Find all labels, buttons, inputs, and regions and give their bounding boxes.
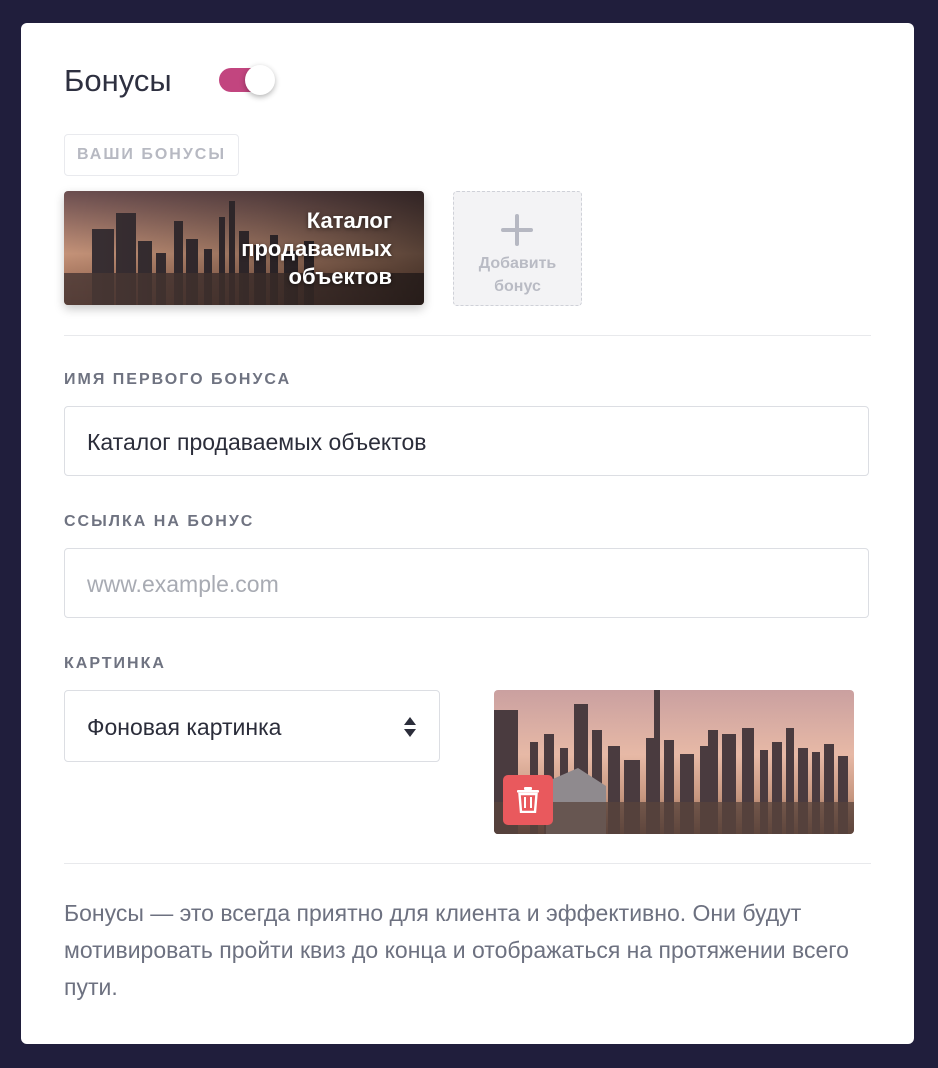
bonus-link-label: ССЫЛКА НА БОНУС: [64, 513, 255, 530]
bonus-name-input[interactable]: Каталог продаваемых объектов: [64, 406, 869, 476]
image-type-value: Фоновая картинка: [87, 714, 282, 740]
bonus-settings-panel: Бонусы ВАШИ БОНУСЫ Каталог продаваемых о…: [21, 23, 914, 1044]
add-bonus-label-line1: Добавить: [478, 255, 557, 272]
toggle-knob: [245, 65, 275, 95]
add-bonus-label: Добавить бонус: [454, 252, 581, 298]
page-title: Бонусы: [64, 63, 172, 98]
bonus-link-input[interactable]: www.example.com: [64, 548, 869, 618]
sort-arrows-icon: [404, 717, 416, 737]
bonus-card-label: Каталог продаваемых объектов: [241, 208, 392, 289]
bonuses-toggle[interactable]: [219, 65, 279, 95]
divider: [64, 335, 871, 336]
bonus-card[interactable]: Каталог продаваемых объектов: [64, 191, 424, 305]
delete-image-button[interactable]: [503, 775, 553, 825]
image-label: КАРТИНКА: [64, 655, 166, 672]
image-type-select[interactable]: Фоновая картинка: [64, 690, 440, 762]
divider: [64, 863, 871, 864]
plus-icon: [501, 214, 533, 246]
your-bonuses-tag: ВАШИ БОНУСЫ: [64, 134, 240, 176]
add-bonus-label-line2: бонус: [494, 278, 541, 295]
help-text: Бонусы — это всегда приятно для клиента …: [64, 900, 849, 1000]
trash-icon: [517, 787, 539, 813]
bonus-name-label: ИМЯ ПЕРВОГО БОНУСА: [64, 371, 292, 388]
image-preview: [494, 690, 854, 834]
add-bonus-button[interactable]: Добавить бонус: [453, 191, 582, 306]
